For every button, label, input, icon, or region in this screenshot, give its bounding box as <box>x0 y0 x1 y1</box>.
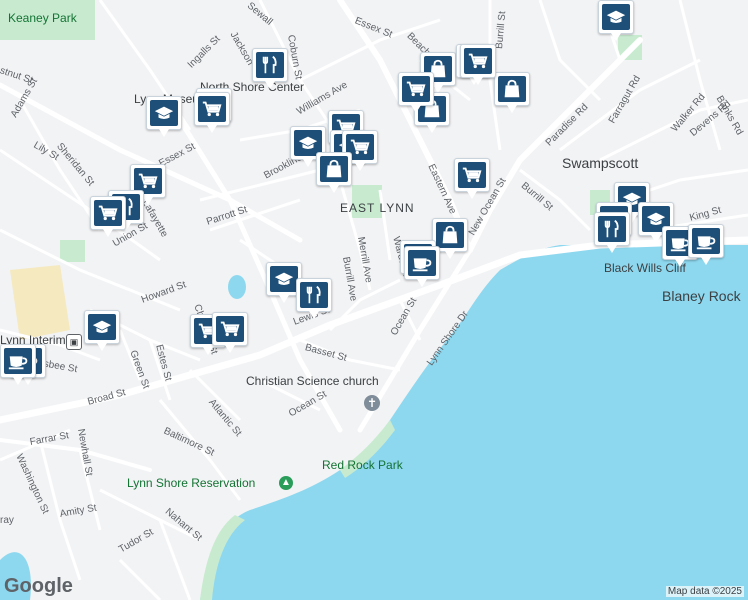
map-marker-cart[interactable] <box>194 92 230 133</box>
map-marker-cart[interactable] <box>90 196 126 237</box>
swampscott-label: Swampscott <box>562 155 639 171</box>
map-marker-coffee[interactable] <box>688 224 724 265</box>
red-rock-park-label: Red Rock Park <box>322 458 403 472</box>
keaney-park-label: Keaney Park <box>8 11 77 25</box>
church-icon: ✝ <box>364 395 380 411</box>
map-marker-school[interactable] <box>598 0 634 41</box>
cart-icon <box>202 101 222 117</box>
school-icon <box>274 272 294 285</box>
map-marker-coffee[interactable] <box>0 344 36 385</box>
blaney-rock-label: Blaney Rock <box>662 288 741 304</box>
restaurant-icon <box>262 55 277 74</box>
school-icon <box>154 106 174 119</box>
school-icon <box>606 10 626 23</box>
cart-icon <box>468 53 488 69</box>
map-marker-school[interactable] <box>84 310 120 351</box>
map-marker-food[interactable] <box>296 278 332 319</box>
cart-icon <box>406 81 426 97</box>
map-marker-cart[interactable] <box>398 72 434 113</box>
street-label: ray <box>0 515 14 526</box>
map-marker-school[interactable] <box>146 96 182 137</box>
restaurant-icon <box>604 219 619 238</box>
lynn-shore-reservation-label: Lynn Shore Reservation <box>127 476 256 490</box>
school-icon <box>298 136 318 149</box>
map-marker-food[interactable] <box>252 48 288 89</box>
map-attribution[interactable]: Map data ©2025 <box>665 586 744 597</box>
map-marker-food[interactable] <box>594 212 630 253</box>
park-icon: ▲ <box>279 476 293 490</box>
map-marker-coffee[interactable] <box>404 246 440 287</box>
school-icon <box>92 320 112 333</box>
map-marker-school[interactable] <box>266 262 302 303</box>
map-marker-shop[interactable] <box>494 72 530 113</box>
coffee-icon <box>8 356 28 370</box>
map-marker-cart[interactable] <box>460 44 496 85</box>
coffee-icon <box>412 258 432 272</box>
shopping-bag-icon <box>504 79 520 98</box>
map-canvas[interactable]: Keaney Park Swampscott EAST LYNN Black W… <box>0 0 748 600</box>
cart-icon <box>350 139 370 155</box>
shopping-bag-icon <box>326 159 342 178</box>
map-marker-cart[interactable] <box>212 312 248 353</box>
transit-station-icon: ▣ <box>66 334 82 350</box>
coffee-icon <box>696 236 716 250</box>
cart-icon <box>98 205 118 221</box>
google-logo: Google <box>4 575 73 597</box>
east-lynn-label: EAST LYNN <box>340 201 415 215</box>
cart-icon <box>220 321 240 337</box>
map-marker-shop[interactable] <box>316 152 352 193</box>
restaurant-icon <box>306 285 321 304</box>
christian-science-church-label: Christian Science church <box>246 374 379 388</box>
map-marker-cart[interactable] <box>454 158 490 199</box>
shopping-bag-icon <box>442 225 458 244</box>
cart-icon <box>462 167 482 183</box>
cart-icon <box>138 173 158 189</box>
